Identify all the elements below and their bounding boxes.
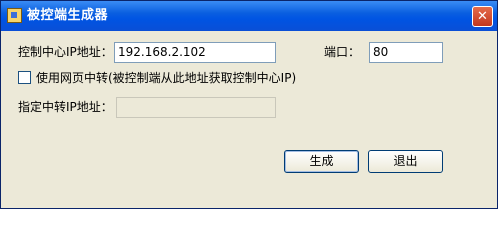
server-ip-input[interactable]: 192.168.2.102 [114, 42, 276, 63]
relay-checkbox-label[interactable]: 使用网页中转(被控制端从此地址获取控制中心IP) [36, 71, 296, 85]
generator-window: 被控端生成器 ✕ 控制中心IP地址： 192.168.2.102 端口： 80 … [0, 0, 498, 209]
client-area: 控制中心IP地址： 192.168.2.102 端口： 80 使用网页中转(被控… [1, 31, 497, 208]
window-title: 被控端生成器 [27, 8, 109, 23]
exit-button[interactable]: 退出 [368, 150, 443, 173]
relay-ip-label: 指定中转IP地址： [18, 100, 113, 114]
port-input[interactable]: 80 [369, 42, 443, 63]
relay-ip-input [116, 97, 276, 118]
server-ip-label: 控制中心IP地址： [18, 45, 113, 59]
title-bar[interactable]: 被控端生成器 ✕ [1, 1, 497, 31]
close-button[interactable]: ✕ [472, 6, 493, 27]
port-label: 端口： [324, 45, 361, 59]
app-icon [7, 8, 22, 23]
relay-checkbox[interactable] [18, 71, 31, 84]
generate-button[interactable]: 生成 [284, 150, 359, 173]
